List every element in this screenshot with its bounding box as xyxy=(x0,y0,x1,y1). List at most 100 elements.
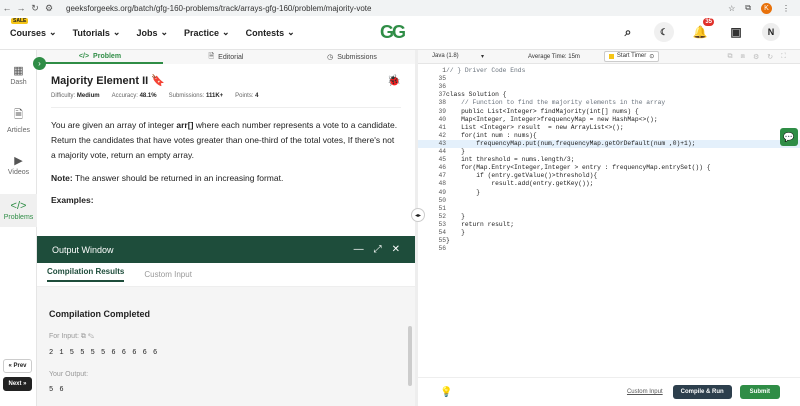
copy-icon[interactable]: ⧉ xyxy=(81,333,86,340)
code-text: for(int num : nums){ xyxy=(446,131,537,139)
line-number: 53 xyxy=(438,220,446,228)
notification-bell-icon[interactable]: 🔔 35 xyxy=(690,18,714,42)
gfg-logo[interactable]: GG xyxy=(380,22,406,43)
timer-icon xyxy=(608,54,614,59)
bookmark-star-icon[interactable]: ☆ xyxy=(728,4,735,13)
problem-title-text: Majority Element II xyxy=(51,75,149,87)
tab-custom-input[interactable]: Custom Input xyxy=(144,270,192,279)
timer-label: Start Timer xyxy=(616,53,647,59)
fullscreen-icon[interactable]: ⛶ xyxy=(781,53,786,61)
rail-item-problems[interactable]: </> Problems xyxy=(0,194,37,227)
problem-description: You are given an array of integer arr[] … xyxy=(51,118,401,163)
chevron-down-icon: ⌄ xyxy=(222,27,230,37)
code-line[interactable]: 54 } xyxy=(418,229,800,237)
code-line[interactable]: 55} xyxy=(418,237,800,245)
expand-icon[interactable]: ⤢ xyxy=(374,244,382,255)
chevron-down-icon: ▾ xyxy=(480,54,484,60)
code-line[interactable]: 36 xyxy=(418,83,800,91)
start-timer-button[interactable]: Start Timer ⊙ xyxy=(603,51,660,62)
nav-courses[interactable]: Courses ⌄ xyxy=(10,27,57,38)
copy-code-icon[interactable]: ⧉ xyxy=(727,53,732,61)
nav-practice[interactable]: Practice ⌄ xyxy=(184,27,230,38)
minimize-icon[interactable]: — xyxy=(354,244,364,255)
reload-icon[interactable]: ↻ xyxy=(28,3,42,14)
tab-problem[interactable]: </> Problem xyxy=(37,50,163,64)
code-text: Map<Integer, Integer>frequencyMap = new … xyxy=(446,115,658,123)
code-line[interactable]: 40 Map<Integer, Integer>frequencyMap = n… xyxy=(418,116,800,124)
chat-icon[interactable]: 💬 xyxy=(780,128,798,146)
code-text: // } Driver Code Ends xyxy=(446,67,526,74)
code-line[interactable]: 50 xyxy=(418,197,800,205)
points-label: Points: xyxy=(235,93,254,99)
site-info-icon[interactable]: ⚙ xyxy=(42,3,56,14)
nav-contests[interactable]: Contests ⌄ xyxy=(246,27,295,38)
tab-submissions[interactable]: ◷ Submissions xyxy=(289,50,415,64)
gfg-coin-icon[interactable]: ▣ xyxy=(726,22,746,42)
collapse-sidebar-button[interactable]: › xyxy=(33,57,46,70)
rail-item-videos[interactable]: ▶ Videos xyxy=(0,154,37,176)
bookmark-icon[interactable]: 🔖 xyxy=(151,75,165,87)
output-scrollbar[interactable] xyxy=(408,326,412,386)
user-avatar[interactable]: N xyxy=(762,23,780,41)
code-text: return result; xyxy=(446,220,515,228)
code-line[interactable]: 45 int threshold = nums.length/3; xyxy=(418,156,800,164)
code-editor[interactable]: 1// } Driver Code Ends 35 36 37 class Soluti… xyxy=(418,65,800,375)
refresh-icon[interactable]: ↻ xyxy=(767,53,773,61)
browser-menu-icon[interactable]: ⋮ xyxy=(782,4,790,13)
nav-jobs[interactable]: Jobs ⌄ xyxy=(136,27,168,38)
code-line[interactable]: 44 } xyxy=(418,148,800,156)
code-text: result.add(entry.getKey()); xyxy=(446,180,594,188)
code-text: } xyxy=(446,237,450,245)
tab-compilation-results[interactable]: Compilation Results xyxy=(47,267,125,282)
code-line[interactable]: 53 return result; xyxy=(418,221,800,229)
extensions-icon[interactable]: ⧉ xyxy=(745,3,751,13)
close-icon[interactable]: ✕ xyxy=(392,244,400,255)
code-line[interactable]: 51 xyxy=(418,205,800,213)
line-number: 43 xyxy=(438,139,446,147)
address-bar[interactable]: geeksforgeeks.org/batch/gfg-160-problems… xyxy=(66,4,371,13)
code-line[interactable]: 43 frequencyMap.put(num,frequencyMap.get… xyxy=(418,139,800,148)
profile-avatar[interactable]: K xyxy=(761,2,772,14)
resize-handle-icon[interactable]: ◂▸ xyxy=(411,208,425,222)
code-line[interactable]: 48 result.add(entry.getKey()); xyxy=(418,180,800,188)
next-button[interactable]: Next » xyxy=(3,377,32,391)
rail-item-dash[interactable]: ▦ Dash xyxy=(0,64,37,86)
search-icon[interactable]: ⌕ xyxy=(618,22,638,42)
code-line[interactable]: 35 xyxy=(418,75,800,83)
nav-label: Jobs xyxy=(136,27,158,38)
language-select[interactable]: Java (1.8) ▾ xyxy=(432,53,484,60)
code-line[interactable]: 38 // Function to find the majority elem… xyxy=(418,99,800,107)
dark-mode-icon[interactable]: ☾ xyxy=(654,22,674,42)
code-line[interactable]: 47 if (entry.getValue()>threshold){ xyxy=(418,172,800,180)
code-line[interactable]: 56 xyxy=(418,245,800,253)
prev-button[interactable]: « Prev xyxy=(3,359,32,373)
code-line[interactable]: 37 class Solution { xyxy=(418,91,800,99)
back-icon[interactable]: ← xyxy=(0,3,14,13)
rail-label: Videos xyxy=(7,169,30,176)
compile-run-button[interactable]: Compile & Run xyxy=(672,385,732,399)
custom-input-link[interactable]: Custom Input xyxy=(627,389,663,395)
hint-bulb-icon[interactable]: 💡 xyxy=(440,387,452,398)
rail-item-articles[interactable]: 🗎 Articles xyxy=(0,106,37,134)
line-number: 38 xyxy=(438,99,446,107)
points-value: 4 xyxy=(255,93,259,99)
code-line[interactable]: 46 for(Map.Entry<Integer,Integer > entry… xyxy=(418,164,800,172)
nav-tutorials[interactable]: Tutorials ⌄ xyxy=(73,27,121,38)
code-line[interactable]: 39 public List<Integer> findMajority(int… xyxy=(418,108,800,116)
edit-icon[interactable]: ✎ xyxy=(88,333,94,340)
reset-icon[interactable]: ⧈ xyxy=(740,53,744,61)
for-input-label: For Input: ⧉ ✎ xyxy=(49,333,403,341)
line-number: 41 xyxy=(438,123,446,131)
input-value: 2 1 5 5 5 5 6 6 6 6 6 xyxy=(49,349,159,357)
tab-editorial[interactable]: 🗎 Editorial xyxy=(163,50,289,64)
code-line[interactable]: 41 List <Integer> result = new ArrayList… xyxy=(418,124,800,132)
code-line[interactable]: 52 } xyxy=(418,213,800,221)
forward-icon[interactable]: → xyxy=(14,3,28,13)
submit-button[interactable]: Submit xyxy=(739,385,780,399)
code-line[interactable]: 42 for(int num : nums){ xyxy=(418,132,800,140)
code-line[interactable]: 1// } Driver Code Ends xyxy=(418,67,800,75)
browser-bar: ← → ↻ ⚙ geeksforgeeks.org/batch/gfg-160-… xyxy=(0,0,800,16)
settings-icon[interactable]: ⚙ xyxy=(753,53,759,61)
report-bug-icon[interactable]: 🐞 xyxy=(387,74,401,87)
code-line[interactable]: 49 } xyxy=(418,189,800,197)
